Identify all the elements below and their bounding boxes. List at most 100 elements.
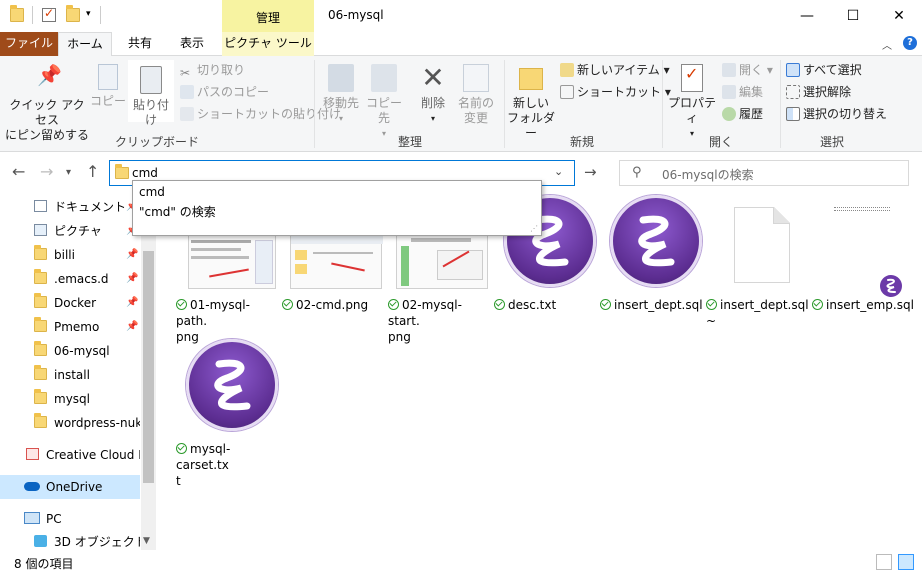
file-name-label: 02-cmd.png: [296, 298, 369, 312]
file-name[interactable]: insert_dept.sql ~: [706, 297, 810, 329]
edit-button[interactable]: 編集: [722, 84, 763, 100]
history-label: 履歴: [739, 107, 764, 121]
chevron-down-icon[interactable]: ⌄: [554, 165, 563, 178]
pin-icon: 📌: [126, 249, 139, 260]
file-name[interactable]: 02-mysql-start. png: [388, 297, 492, 345]
properties-qat-icon[interactable]: ✓: [42, 6, 56, 22]
move-to-button[interactable]: 移動先 ▾: [318, 64, 364, 126]
ribbon: 📌 クイック アクセス にピン留めする コピー 貼り付け ✂ 切り取り パスのコピ…: [0, 56, 922, 152]
open-label: 開く: [739, 63, 764, 77]
sidebar-item-label: ピクチャ: [54, 224, 102, 238]
select-none-button[interactable]: 選択解除: [786, 84, 851, 100]
tab-view[interactable]: 表示: [170, 32, 214, 56]
qat-dropdown-icon[interactable]: ▾: [86, 9, 91, 19]
sidebar-item-creative-cloud[interactable]: Creative Cloud File: [0, 443, 140, 467]
delete-button[interactable]: ✕ 削除 ▾: [412, 64, 454, 126]
chevron-up-icon[interactable]: ︿: [882, 37, 892, 52]
suggestion-item[interactable]: "cmd" の検索: [139, 203, 216, 220]
invert-selection-label: 選択の切り替え: [803, 107, 888, 121]
sidebar-item-pmemo[interactable]: Pmemo 📌: [0, 315, 140, 339]
sidebar-item-pictures[interactable]: ピクチャ 📌: [0, 219, 140, 243]
file-name[interactable]: insert_emp.sql: [812, 297, 916, 313]
sidebar-item-06-mysql[interactable]: 06-mysql: [0, 339, 140, 363]
rename-button[interactable]: 名前の 変更: [454, 64, 498, 126]
paste-shortcut-button[interactable]: ショートカットの貼り付け: [180, 106, 341, 122]
copy-path-icon: [180, 85, 194, 99]
sidebar-item-emacs-d[interactable]: .emacs.d 📌: [0, 267, 140, 291]
copy-label: コピー: [89, 94, 126, 108]
recent-chevron-icon[interactable]: ▾: [66, 167, 71, 178]
move-to-icon: [328, 64, 354, 92]
sidebar-item-onedrive[interactable]: OneDrive: [0, 475, 140, 499]
cut-button[interactable]: ✂ 切り取り: [180, 62, 245, 80]
minimize-button[interactable]: —: [784, 0, 830, 32]
sidebar-item-label: OneDrive: [46, 480, 103, 494]
search-box[interactable]: ⚲ 06-mysqlの検索: [619, 160, 909, 186]
large-icons-view-icon[interactable]: [898, 554, 914, 570]
sidebar-item-label: mysql: [54, 392, 90, 406]
sync-status-icon: [600, 299, 611, 310]
folder-icon: [34, 413, 47, 428]
file-name[interactable]: mysql-carset.tx t: [176, 441, 280, 489]
new-folder-qat-icon[interactable]: [66, 5, 80, 22]
file-name[interactable]: desc.txt: [494, 297, 598, 313]
properties-button[interactable]: ✓ プロパティ ▾: [666, 64, 718, 141]
file-name[interactable]: insert_dept.sql: [600, 297, 704, 313]
copy-button[interactable]: コピー: [88, 64, 128, 109]
rename-label: 名前の 変更: [457, 96, 494, 125]
suggestion-item[interactable]: cmd: [139, 185, 165, 199]
invert-selection-button[interactable]: 選択の切り替え: [786, 106, 887, 122]
sidebar-scrollbar[interactable]: ▲ ▼: [141, 193, 156, 550]
group-separator: [662, 60, 663, 148]
file-name[interactable]: 02-cmd.png: [282, 297, 386, 313]
shortcut-button[interactable]: ショートカット ▾: [560, 84, 671, 100]
close-button[interactable]: ✕: [876, 0, 922, 32]
paste-shortcut-icon: [180, 107, 194, 121]
copy-path-label: パスのコピー: [197, 85, 270, 99]
shortcut-label: ショートカット: [577, 85, 662, 99]
scroll-down-icon[interactable]: ▼: [143, 536, 150, 546]
sync-status-icon: [176, 299, 187, 310]
details-view-icon[interactable]: [876, 554, 892, 570]
resize-grip-icon[interactable]: ⋰: [530, 224, 538, 233]
up-arrow-icon[interactable]: ↑: [86, 162, 99, 181]
help-icon[interactable]: ?: [903, 36, 917, 50]
tab-home[interactable]: ホーム: [58, 32, 112, 57]
scrollbar-thumb[interactable]: [143, 251, 154, 483]
folder-icon: [34, 317, 47, 332]
maximize-button[interactable]: ☐: [830, 0, 876, 32]
paste-button[interactable]: 貼り付け: [128, 60, 174, 127]
sidebar-item-label: billi: [54, 248, 75, 262]
copy-path-button[interactable]: パスのコピー: [180, 84, 269, 100]
tab-picture-tools[interactable]: ピクチャ ツール: [222, 32, 314, 56]
go-arrow-icon[interactable]: →: [584, 163, 597, 181]
tab-share[interactable]: 共有: [118, 32, 162, 56]
sidebar-item-billi[interactable]: billi 📌: [0, 243, 140, 267]
invert-selection-icon: [786, 107, 800, 121]
sidebar-item-install[interactable]: install: [0, 363, 140, 387]
forward-arrow-icon[interactable]: →: [40, 162, 53, 181]
tab-file[interactable]: ファイル: [0, 32, 58, 56]
new-folder-button[interactable]: 新しい フォルダー: [506, 64, 556, 141]
select-all-button[interactable]: すべて選択: [786, 62, 862, 78]
properties-label: プロパティ: [667, 96, 716, 125]
pin-quick-access-button[interactable]: 📌 クイック アクセス にピン留めする: [4, 65, 90, 143]
new-item-button[interactable]: 新しいアイテム ▾: [560, 62, 670, 78]
sidebar-item-wordpress-nuk[interactable]: wordpress-nuk: [0, 411, 140, 435]
address-input[interactable]: cmd: [132, 166, 158, 180]
properties-icon: ✓: [681, 64, 703, 92]
select-none-icon: [786, 85, 800, 99]
sidebar-item-docker[interactable]: Docker 📌: [0, 291, 140, 315]
folder-icon: [34, 389, 47, 404]
open-button[interactable]: 開く ▾: [722, 62, 773, 78]
sidebar-item-documents[interactable]: ドキュメント 📌: [0, 195, 140, 219]
delete-label: 削除: [420, 96, 445, 110]
back-arrow-icon[interactable]: ←: [12, 162, 25, 181]
copy-to-button[interactable]: コピー先 ▾: [364, 64, 404, 141]
sync-status-icon: [282, 299, 293, 310]
sidebar-item-pc[interactable]: PC: [0, 507, 140, 531]
cloud-icon: [24, 482, 40, 491]
history-button[interactable]: 履歴: [722, 106, 763, 122]
sidebar-item-mysql[interactable]: mysql: [0, 387, 140, 411]
qat-separator: [100, 6, 101, 24]
